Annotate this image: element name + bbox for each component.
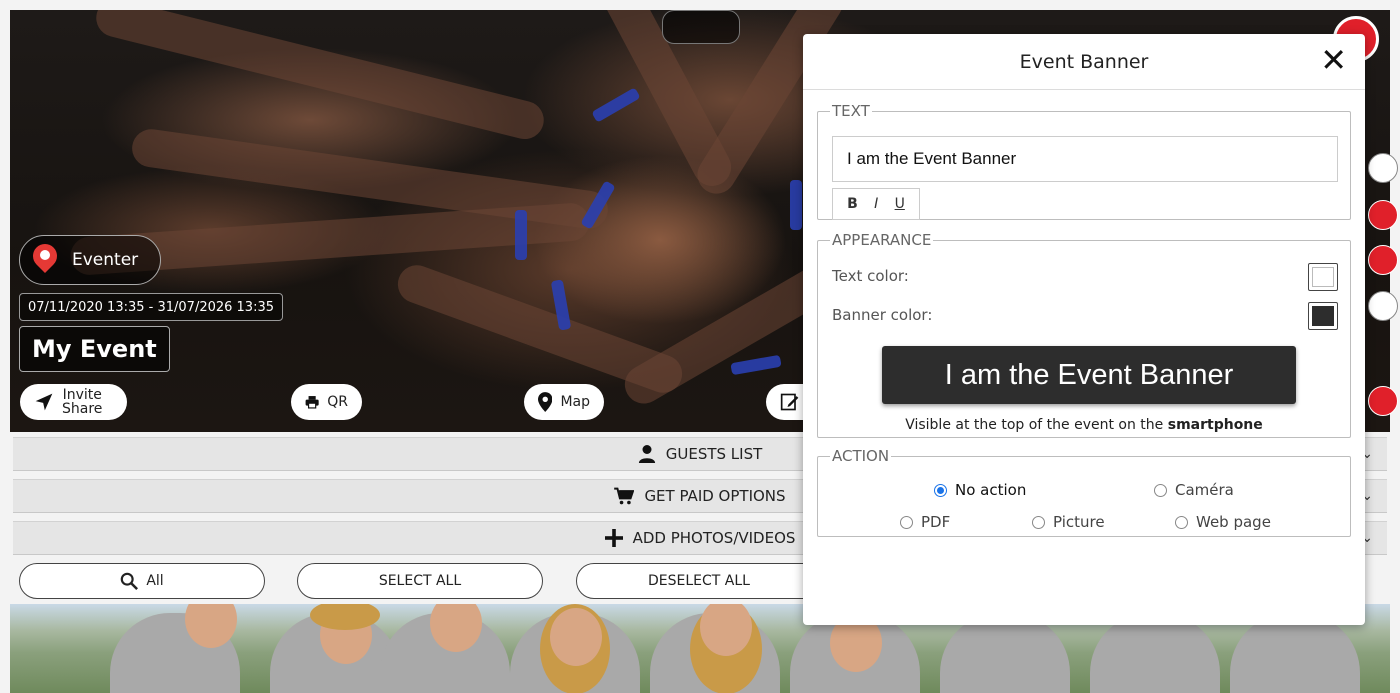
- text-color-swatch[interactable]: [1308, 263, 1338, 291]
- event-banner-dialog: Event Banner ✕ TEXT I am the Event Banne…: [803, 34, 1365, 625]
- banner-color-swatch[interactable]: [1308, 302, 1338, 330]
- radio-checked-icon: [934, 483, 947, 497]
- paid-options-label: GET PAID OPTIONS: [644, 487, 786, 505]
- edit-icon: [780, 393, 799, 411]
- text-legend: TEXT: [832, 102, 870, 120]
- banner-text-input[interactable]: I am the Event Banner: [832, 136, 1338, 182]
- map-pin-icon: [538, 392, 553, 412]
- invite-share-button[interactable]: Invite Share: [20, 384, 127, 420]
- format-toolbar: B I U: [832, 188, 920, 220]
- guests-list-label: GUESTS LIST: [665, 445, 763, 463]
- action-section: ACTION No action Caméra PDF Picture Web …: [817, 447, 1351, 537]
- plus-icon: [604, 529, 623, 547]
- radio-no-action[interactable]: No action: [934, 481, 1026, 499]
- filter-all-label: All: [146, 573, 164, 589]
- text-color-label: Text color:: [832, 267, 909, 285]
- side-control-red[interactable]: [1368, 386, 1398, 416]
- event-page: Eventer 07/11/2020 13:35 - 31/07/2026 13…: [0, 0, 1400, 693]
- action-legend: ACTION: [832, 447, 890, 465]
- deselect-all-button[interactable]: DESELECT ALL: [576, 563, 822, 599]
- text-section: TEXT I am the Event Banner B I U: [817, 102, 1351, 220]
- add-media-label: ADD PHOTOS/VIDEOS: [632, 529, 796, 547]
- radio-camera[interactable]: Caméra: [1154, 481, 1234, 499]
- radio-pdf[interactable]: PDF: [900, 513, 950, 531]
- appearance-legend: APPEARANCE: [832, 231, 932, 249]
- radio-unchecked-icon: [1032, 515, 1045, 529]
- banner-preview: I am the Event Banner: [882, 346, 1296, 404]
- select-all-button[interactable]: SELECT ALL: [297, 563, 543, 599]
- filter-all-button[interactable]: All: [19, 563, 265, 599]
- select-all-label: SELECT ALL: [378, 573, 462, 589]
- cart-icon: [614, 487, 635, 505]
- organizer-badge[interactable]: Eventer: [19, 235, 162, 285]
- top-handle: [662, 10, 740, 44]
- dialog-title: Event Banner: [1019, 50, 1149, 73]
- map-label: Map: [560, 394, 590, 410]
- map-button[interactable]: Map: [524, 384, 604, 420]
- location-pin-icon: [32, 244, 58, 276]
- side-control[interactable]: [1368, 153, 1398, 183]
- share-label: Share: [62, 401, 103, 417]
- printer-icon: [305, 396, 319, 409]
- radio-web-page[interactable]: Web page: [1175, 513, 1271, 531]
- radio-picture[interactable]: Picture: [1032, 513, 1105, 531]
- search-icon: [121, 572, 139, 590]
- side-control-red[interactable]: [1368, 245, 1398, 275]
- appearance-section: APPEARANCE Text color: Banner color: I a…: [817, 231, 1351, 438]
- bold-button[interactable]: B: [847, 196, 858, 212]
- banner-color-label: Banner color:: [832, 306, 933, 324]
- italic-button[interactable]: I: [874, 196, 878, 212]
- close-icon[interactable]: ✕: [1320, 42, 1347, 78]
- radio-unchecked-icon: [900, 515, 913, 529]
- user-icon: [638, 445, 655, 463]
- send-icon: [35, 393, 53, 411]
- underline-button[interactable]: U: [895, 196, 905, 212]
- qr-label: QR: [327, 394, 348, 410]
- event-dates: 07/11/2020 13:35 - 31/07/2026 13:35: [19, 293, 284, 321]
- radio-unchecked-icon: [1175, 515, 1188, 529]
- visibility-note: Visible at the top of the event on the s…: [905, 417, 1263, 433]
- qr-button[interactable]: QR: [291, 384, 362, 420]
- side-control[interactable]: [1368, 291, 1398, 321]
- organizer-name: Eventer: [72, 250, 139, 270]
- event-title: My Event: [19, 326, 170, 372]
- radio-unchecked-icon: [1154, 483, 1167, 497]
- side-control-red[interactable]: [1368, 200, 1398, 230]
- deselect-all-label: DESELECT ALL: [648, 573, 750, 589]
